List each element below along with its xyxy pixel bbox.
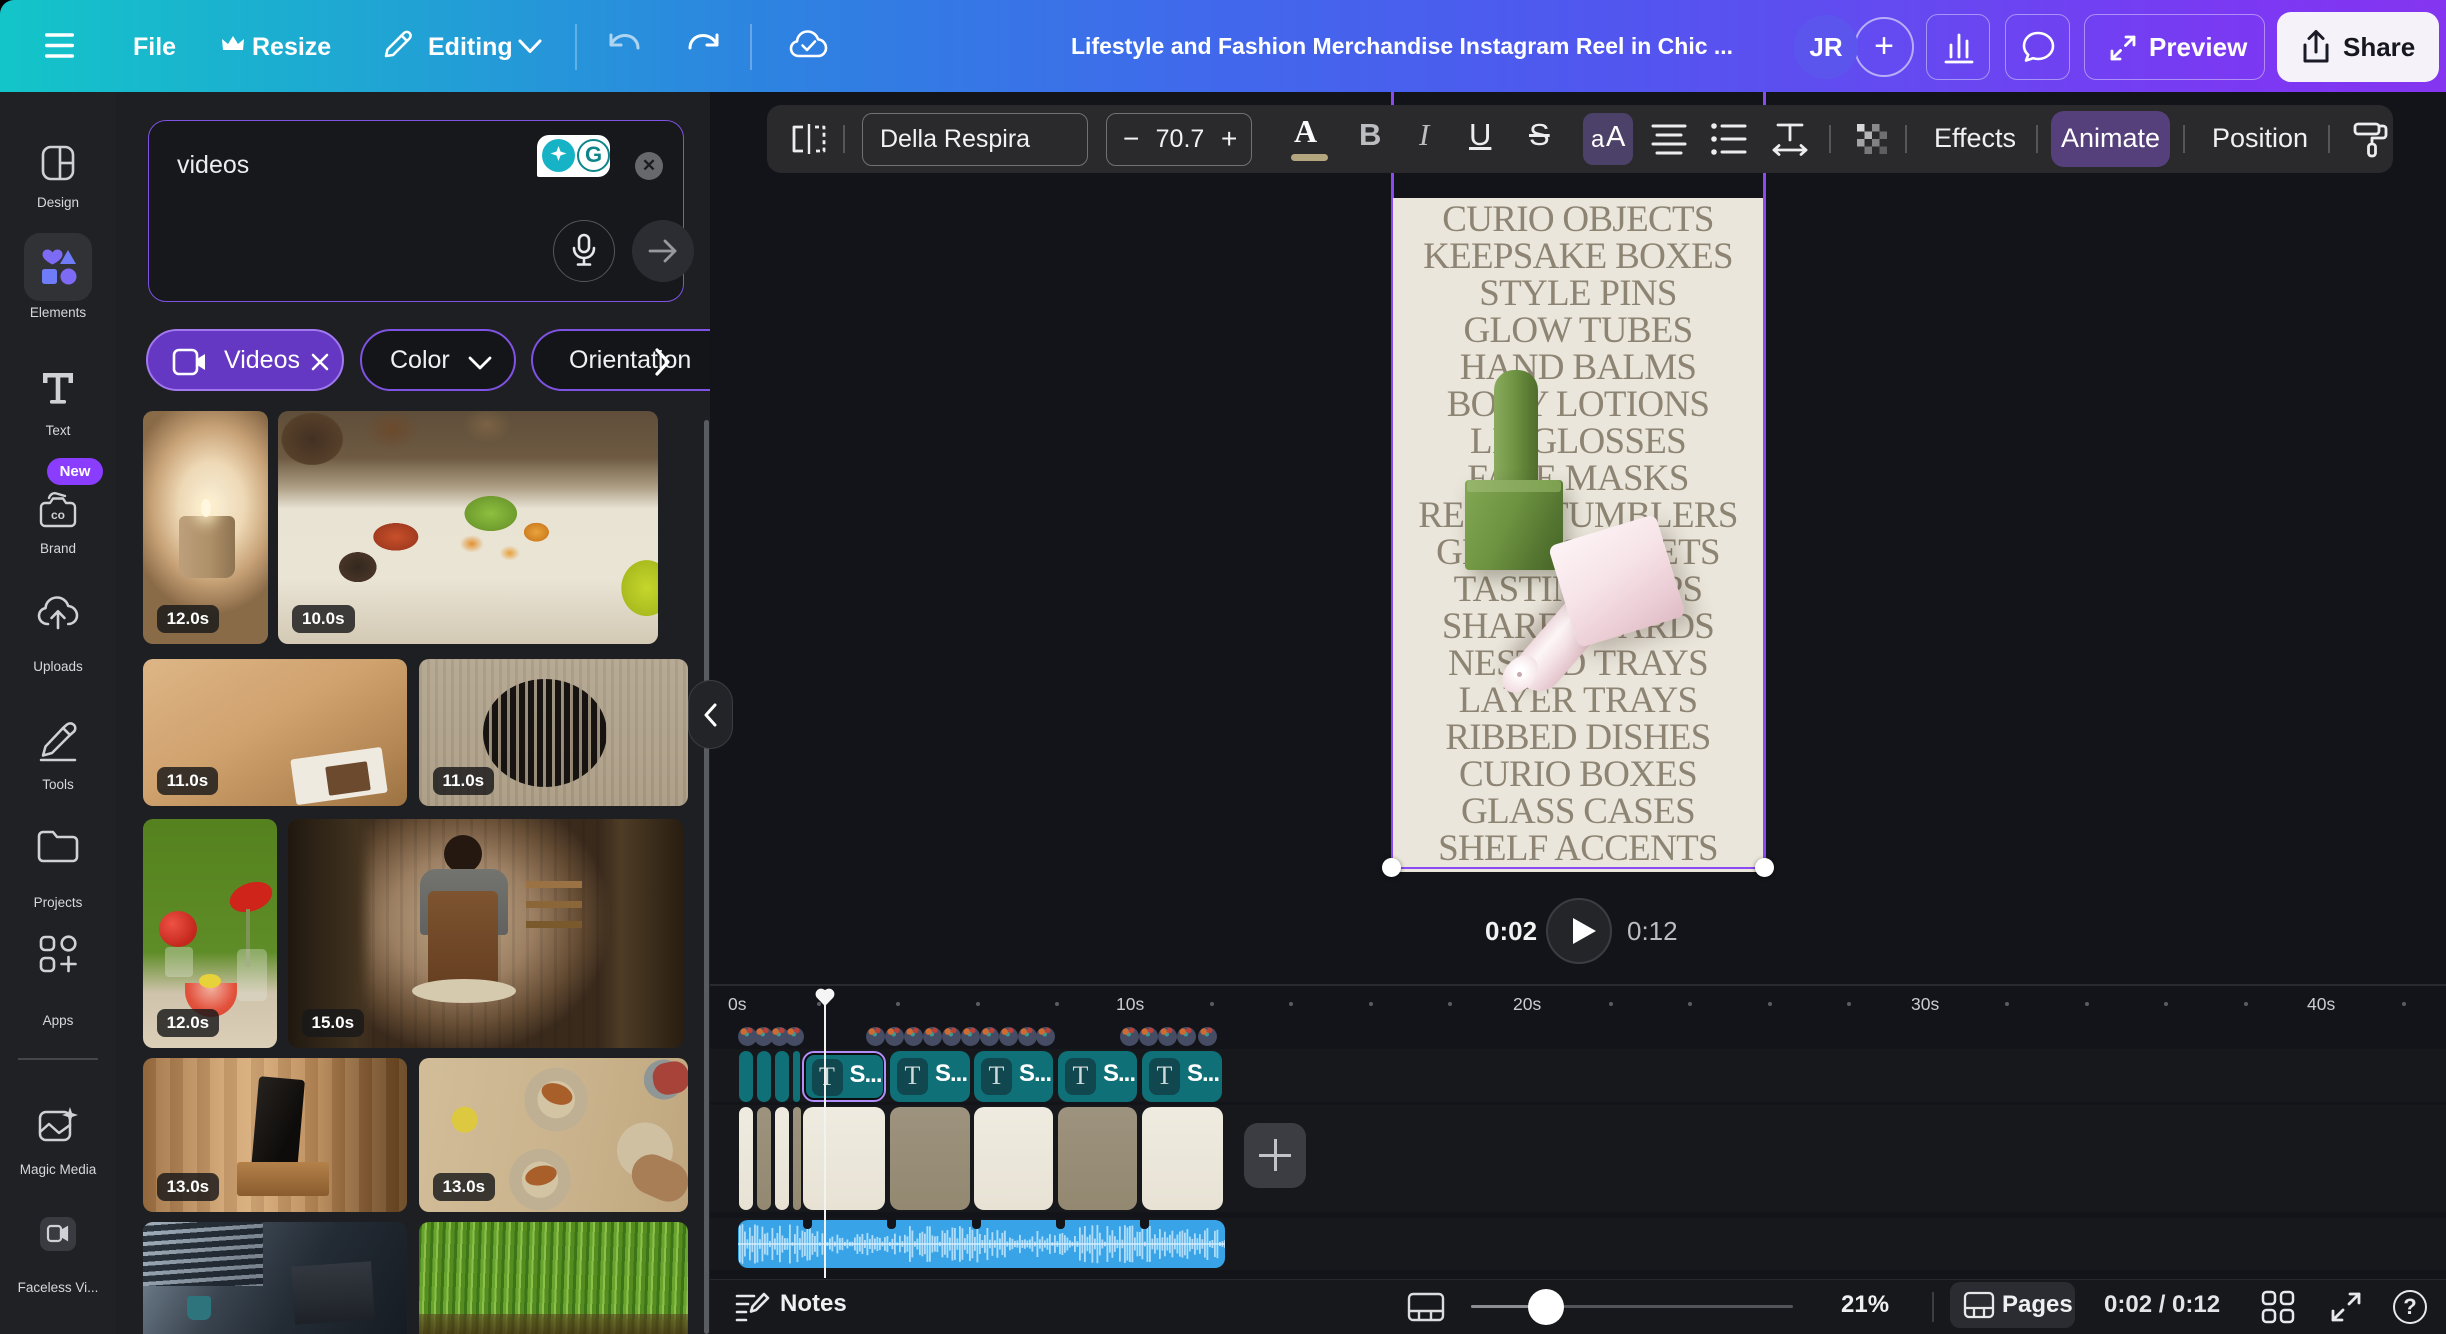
svg-text:co: co xyxy=(51,508,65,522)
